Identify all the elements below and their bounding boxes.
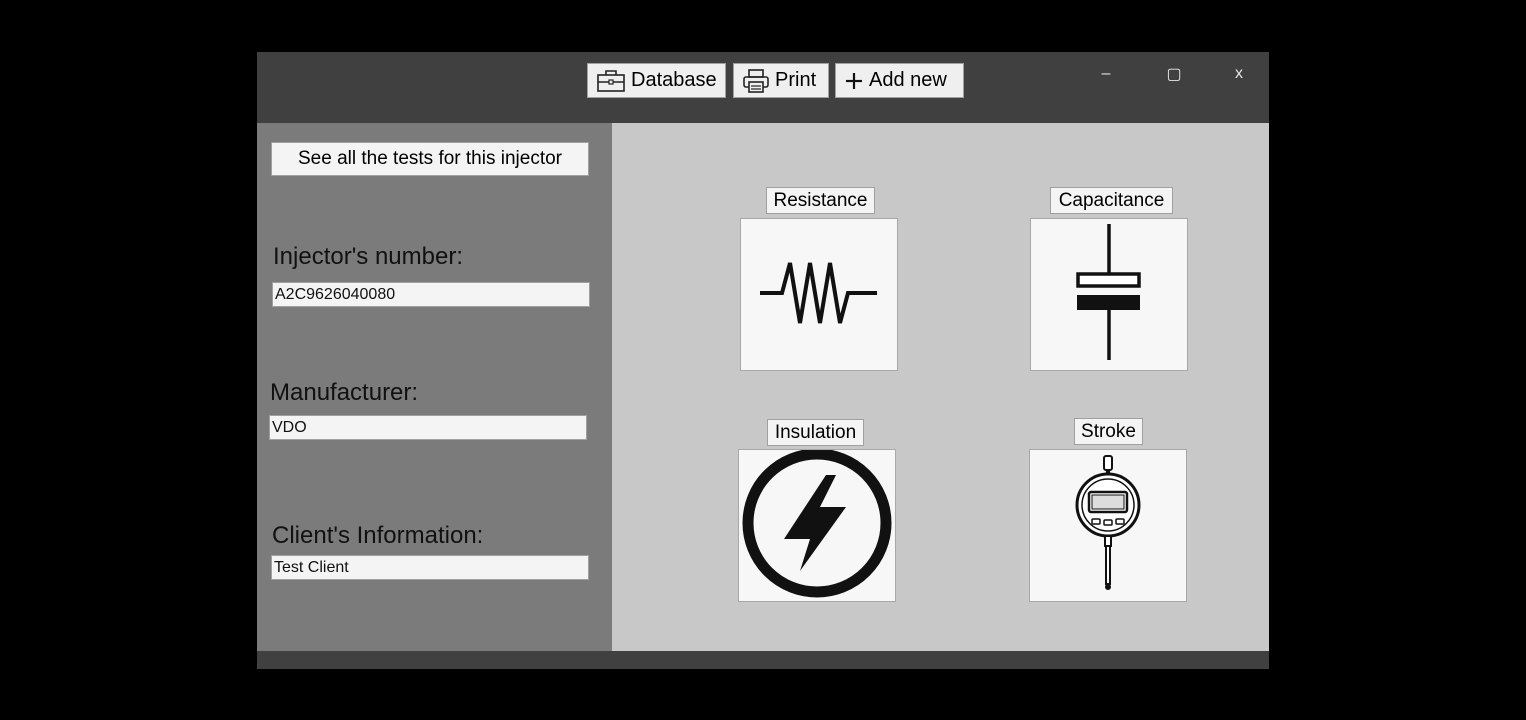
injector-number-field[interactable]: A2C9626040080 (272, 282, 590, 307)
capacitance-label[interactable]: Capacitance (1050, 187, 1173, 214)
status-bar (257, 651, 1269, 669)
capacitance-tile[interactable] (1030, 218, 1188, 371)
injector-number-label: Injector's number: (273, 243, 463, 270)
dial-indicator-icon (1030, 450, 1186, 601)
stroke-tile[interactable] (1029, 449, 1187, 602)
see-all-tests-button[interactable]: See all the tests for this injector (271, 142, 589, 176)
add-new-button[interactable]: Add new (835, 63, 964, 98)
printer-icon (742, 68, 770, 94)
resistance-label[interactable]: Resistance (766, 187, 875, 214)
client-information-field[interactable]: Test Client (271, 555, 589, 580)
close-button[interactable]: x (1224, 64, 1254, 84)
resistor-icon (741, 219, 897, 370)
database-button[interactable]: Database (587, 63, 726, 98)
manufacturer-field[interactable]: VDO (269, 415, 587, 440)
capacitor-icon (1031, 219, 1187, 370)
minimize-button[interactable]: – (1091, 64, 1121, 84)
maximize-button[interactable]: ▢ (1159, 64, 1189, 84)
print-button[interactable]: Print (733, 63, 829, 98)
app-window: Database Print Add new – ▢ x See all the… (257, 52, 1269, 669)
add-new-label: Add new (869, 69, 947, 91)
plus-icon (844, 71, 864, 91)
insulation-tile[interactable] (738, 449, 896, 602)
print-label: Print (775, 69, 817, 91)
insulation-label[interactable]: Insulation (767, 419, 864, 446)
manufacturer-label: Manufacturer: (270, 379, 419, 406)
client-information-label: Client's Information: (272, 522, 484, 549)
title-bar: Database Print Add new – ▢ x (257, 52, 1269, 123)
left-panel: See all the tests for this injector Inje… (257, 123, 612, 651)
lightning-bolt-icon (739, 450, 895, 601)
briefcase-icon (596, 69, 626, 93)
stroke-label[interactable]: Stroke (1074, 418, 1143, 445)
database-label: Database (631, 69, 717, 91)
resistance-tile[interactable] (740, 218, 898, 371)
tests-panel: Resistance Capacitance Insulation Stroke (612, 123, 1269, 651)
